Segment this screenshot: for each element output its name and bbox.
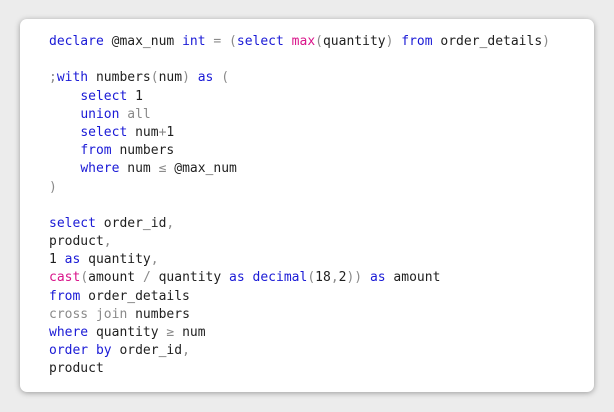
code-token: numbers — [111, 143, 175, 159]
code-line: where quantity ≥ num — [49, 324, 550, 342]
code-token: union — [80, 106, 120, 122]
code-token: , — [166, 215, 175, 231]
code-token: ( — [80, 270, 89, 286]
code-token: order — [49, 343, 89, 359]
code-token: where — [80, 161, 120, 177]
code-token: select — [49, 215, 96, 231]
code-line: select num+1 — [49, 124, 550, 142]
code-token: ) — [182, 70, 190, 86]
code-token: ( — [221, 70, 230, 86]
code-token: 1 — [127, 88, 143, 104]
code-token: as — [64, 252, 81, 268]
code-line: declare @max_num int = (select max(quant… — [49, 33, 550, 51]
code-token: product — [49, 361, 104, 377]
code-token: from — [401, 34, 433, 49]
code-token: )) — [346, 270, 363, 286]
code-token: quantity — [88, 325, 167, 340]
code-line: select order_id, — [49, 215, 550, 233]
code-token: all — [127, 106, 151, 122]
code-token: num — [174, 325, 206, 340]
code-token: declare — [49, 34, 112, 49]
code-line: ;with numbers(num) as ( — [49, 69, 550, 87]
code-token: ( — [315, 34, 323, 49]
code-token: by — [95, 343, 112, 359]
code-token: order_details — [432, 34, 543, 49]
code-token: ) — [49, 179, 57, 195]
code-token: , — [150, 252, 159, 268]
code-token: max — [291, 34, 316, 49]
code-token: order_id — [111, 343, 183, 359]
code-token: numbers — [88, 70, 151, 86]
code-token: amount — [88, 270, 143, 286]
code-token: @max_num — [111, 34, 183, 49]
code-line: order by order_id, — [49, 342, 550, 360]
code-token: num — [158, 70, 183, 86]
code-token: where — [49, 325, 89, 340]
code-token: quantity — [322, 34, 386, 49]
code-token: with — [56, 70, 89, 86]
code-token: , — [182, 343, 190, 359]
code-token: numbers — [127, 306, 190, 322]
code-token: , — [330, 270, 339, 286]
code-token: as — [229, 270, 245, 286]
code-token: select — [80, 88, 128, 104]
code-token: ( — [150, 70, 159, 86]
code-token: ( — [307, 270, 316, 286]
code-token: cast — [49, 270, 81, 286]
code-token: ( — [229, 34, 237, 49]
code-line: from numbers — [49, 142, 550, 160]
code-line: from order_details — [49, 288, 550, 306]
code-line: cast(amount / quantity as decimal(18,2))… — [49, 269, 550, 287]
code-token: ) — [542, 34, 550, 49]
code-token: 18 — [315, 270, 331, 286]
code-line: cross join numbers — [49, 306, 550, 324]
code-token: / — [142, 270, 151, 286]
code-line: select 1 — [49, 88, 550, 106]
code-token: as — [369, 270, 386, 286]
code-token: ; — [49, 70, 57, 86]
code-token: order_id — [95, 215, 167, 231]
code-token: num — [127, 124, 159, 140]
code-token: int — [182, 34, 206, 49]
code-line: union all — [49, 106, 550, 124]
code-line: ) — [49, 179, 550, 197]
code-token: , — [103, 234, 112, 250]
code-token: decimal — [252, 270, 308, 286]
code-token: num — [119, 161, 159, 177]
code-token: from — [49, 288, 81, 304]
code-token: order_details — [80, 288, 190, 304]
code-token: cross join — [49, 306, 128, 322]
sql-code-block: declare @max_num int = (select max(quant… — [49, 33, 550, 379]
code-token: as — [197, 70, 214, 86]
code-token: amount — [385, 270, 441, 286]
code-token: select — [236, 34, 284, 49]
code-token: quantity — [150, 270, 230, 286]
code-token: quantity — [80, 252, 151, 268]
code-line: 1 as quantity, — [49, 251, 550, 269]
code-line: where num ≤ @max_num — [49, 160, 550, 178]
code-token: from — [80, 143, 112, 159]
code-token: @max_num — [166, 161, 237, 177]
code-token: select — [80, 124, 128, 140]
code-line: product — [49, 360, 550, 378]
code-token: product — [49, 234, 104, 250]
code-line: product, — [49, 233, 550, 251]
code-snippet-card: declare @max_num int = (select max(quant… — [20, 19, 594, 392]
code-token: 1 — [49, 252, 65, 268]
code-token: 1 — [166, 124, 175, 140]
